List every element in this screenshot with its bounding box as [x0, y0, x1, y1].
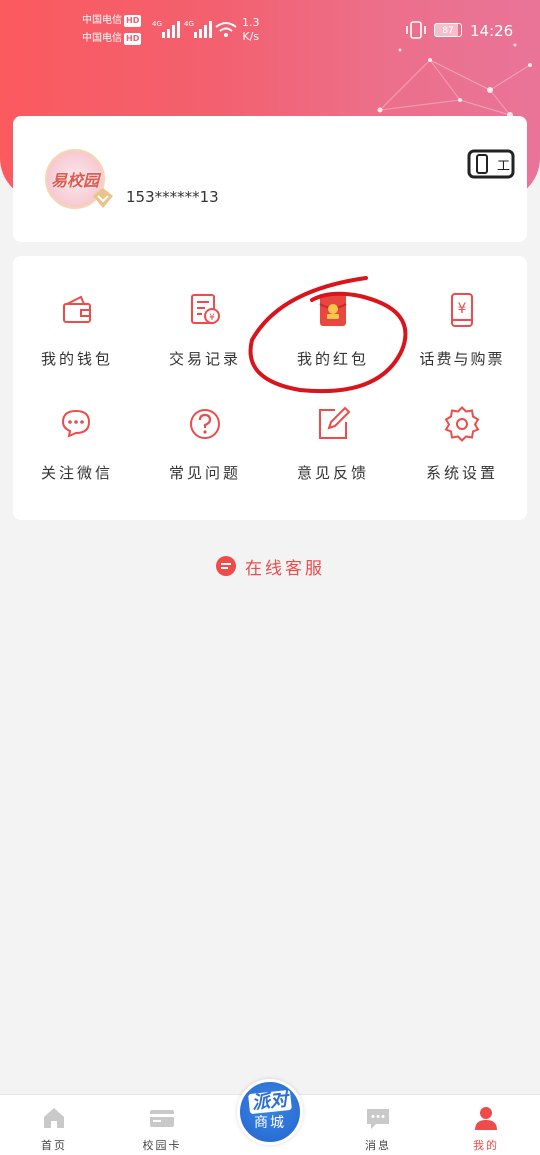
menu-system-settings[interactable]: 系统设置: [398, 370, 526, 482]
tab-home[interactable]: 首页: [0, 1095, 108, 1155]
menu-faq[interactable]: 常见问题: [141, 370, 269, 482]
tab-label: 首页: [41, 1139, 67, 1152]
tab-label: 我的: [473, 1139, 499, 1152]
menu-phone-ticket[interactable]: ¥ 话费与购票: [398, 256, 526, 368]
menu-transaction-record[interactable]: ¥ 交易记录: [141, 256, 269, 368]
svg-text:4G: 4G: [184, 20, 194, 28]
function-menu: 我的钱包 ¥ 交易记录 我的红包 ¥ 话费与购票 关注微信 常见问题 意见反馈 …: [13, 256, 527, 520]
menu-label: 关注微信: [40, 464, 113, 482]
service-label: 在线客服: [245, 558, 325, 579]
wallet-icon: [63, 295, 91, 323]
home-icon: [44, 1108, 64, 1128]
menu-label: 系统设置: [425, 464, 498, 482]
battery-indicator: 87: [434, 23, 462, 37]
status-bar: 中国电信 HD 中国电信 HD 4G 4G 1.3 K/s 87 14:26: [0, 0, 540, 58]
phone-ticket-icon: ¥: [451, 293, 473, 327]
wifi-icon: [215, 22, 237, 37]
party-mall-button[interactable]: 派对 商城: [237, 1079, 303, 1145]
message-icon: [367, 1109, 389, 1129]
feedback-edit-icon: [319, 406, 351, 439]
menu-my-red-packet[interactable]: 我的红包: [269, 256, 397, 368]
transaction-record-icon: ¥: [191, 294, 220, 324]
profile-card[interactable]: 易校园 153******13 工: [13, 116, 527, 242]
user-phone: 153******13: [126, 188, 219, 206]
menu-feedback[interactable]: 意见反馈: [269, 370, 397, 482]
svg-text:¥: ¥: [458, 301, 467, 317]
menu-label: 话费与购票: [419, 350, 505, 368]
menu-label: 交易记录: [168, 350, 241, 368]
tab-label: 消息: [365, 1139, 391, 1152]
tab-mine[interactable]: 我的: [432, 1095, 540, 1155]
signal-strength-icon-2: 4G: [184, 20, 212, 38]
red-packet-icon: [319, 294, 347, 326]
vibrate-icon: [406, 21, 426, 39]
clock: 14:26: [470, 22, 514, 40]
carrier-1: 中国电信 HD: [82, 15, 142, 27]
menu-follow-wechat[interactable]: 关注微信: [13, 370, 141, 482]
menu-label: 我的红包: [296, 350, 369, 368]
online-customer-service[interactable]: 在线客服: [0, 553, 540, 579]
svg-text:¥: ¥: [209, 313, 215, 323]
tab-label: 校园卡: [142, 1139, 182, 1152]
carrier-2: 中国电信 HD: [82, 33, 142, 45]
tab-messages[interactable]: 消息: [324, 1095, 432, 1155]
settings-gear-icon: [444, 406, 480, 442]
party-mall-top: 派对: [248, 1089, 292, 1115]
wechat-chat-icon: [61, 409, 91, 438]
customer-service-icon: [216, 556, 236, 576]
tab-campus-card[interactable]: 校园卡: [108, 1095, 216, 1155]
menu-label: 我的钱包: [40, 350, 113, 368]
question-icon: [190, 409, 220, 439]
card-icon-char: 工: [497, 159, 510, 174]
campus-card-switch-icon[interactable]: 工: [467, 149, 515, 179]
vip-badge-icon: [93, 188, 113, 208]
svg-text:4G: 4G: [152, 20, 162, 28]
menu-my-wallet[interactable]: 我的钱包: [13, 256, 141, 368]
party-mall-bottom: 商城: [254, 1115, 286, 1131]
campus-card-icon: [150, 1110, 174, 1127]
menu-label: 意见反馈: [296, 464, 369, 482]
profile-icon: [475, 1107, 497, 1130]
network-speed: 1.3 K/s: [242, 16, 260, 43]
menu-label: 常见问题: [168, 464, 241, 482]
signal-strength-icon: 4G: [152, 20, 180, 38]
